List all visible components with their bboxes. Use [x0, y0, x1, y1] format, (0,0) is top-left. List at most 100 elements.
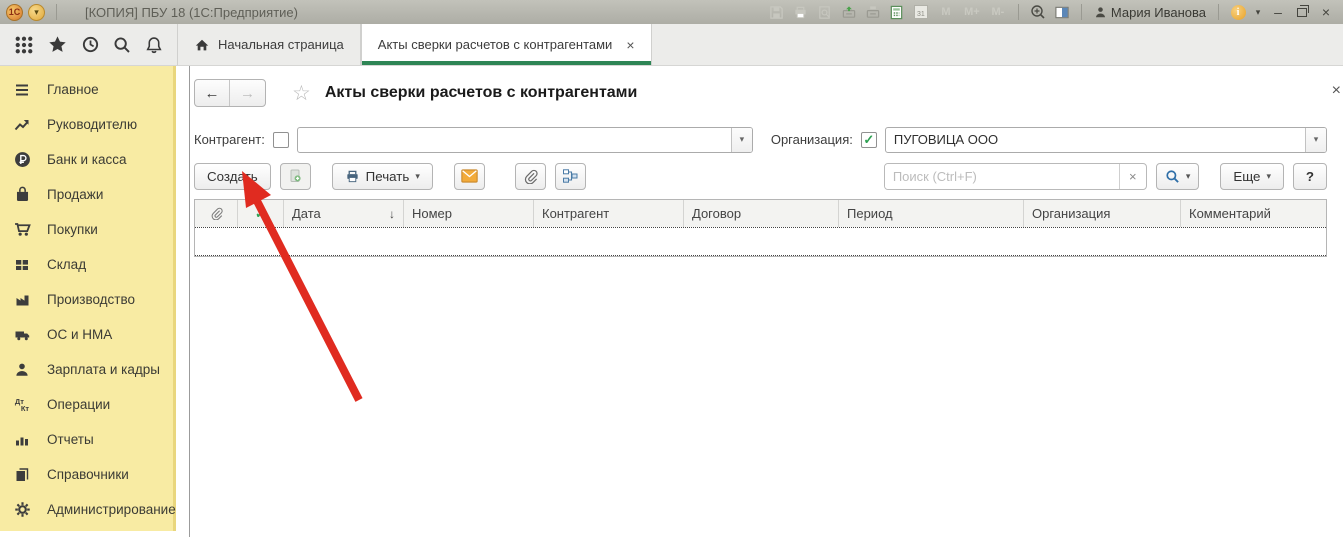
zoom-in-icon[interactable]: [1027, 3, 1049, 21]
sidebar-item-glavnoe[interactable]: Главное: [0, 72, 173, 107]
user-icon: [1094, 6, 1107, 19]
get-link-icon[interactable]: [862, 3, 884, 21]
home-icon: [194, 37, 210, 53]
history-icon[interactable]: [81, 35, 100, 54]
calculator-icon[interactable]: [886, 3, 908, 21]
column-number[interactable]: Номер: [404, 200, 534, 227]
tab-close-icon[interactable]: ×: [626, 37, 634, 53]
table-header-row: ✓ Дата↓ Номер Контрагент Договор Период …: [195, 200, 1326, 227]
sidebar-item-os-i-nma[interactable]: ОС и НМА: [0, 317, 173, 352]
counterparty-checkbox[interactable]: [273, 132, 289, 148]
sidebar-item-bank-i-kassa[interactable]: Банк и касса: [0, 142, 173, 177]
chevron-down-icon: ▾: [415, 171, 420, 182]
help-button[interactable]: ?: [1293, 163, 1327, 190]
sidebar-item-zarplata-i-kadry[interactable]: Зарплата и кадры: [0, 352, 173, 387]
favorites-star-icon[interactable]: [48, 35, 67, 54]
memory-m-plus-button[interactable]: M+: [960, 6, 984, 18]
column-date[interactable]: Дата↓: [284, 200, 404, 227]
selected-empty-row[interactable]: [195, 227, 1326, 256]
search-clear-button[interactable]: ×: [1119, 164, 1146, 189]
organization-field: ▾: [885, 127, 1327, 153]
search-field: ×: [884, 163, 1147, 190]
organization-input[interactable]: [886, 128, 1305, 152]
column-period[interactable]: Период: [839, 200, 1024, 227]
sidebar-item-otchety[interactable]: Отчеты: [0, 422, 173, 457]
restore-button[interactable]: [1291, 4, 1313, 20]
print-button[interactable]: Печать ▾: [332, 163, 433, 190]
organization-checkbox[interactable]: ✓: [861, 132, 877, 148]
sidebar-item-administrirovanie[interactable]: Администрирование: [0, 492, 173, 527]
sidebar: Главное Руководителю Банк и касса Продаж…: [0, 66, 176, 531]
sidebar-item-spravochniki[interactable]: Справочники: [0, 457, 173, 492]
organization-label: Организация:: [771, 132, 853, 147]
user-name: Мария Иванова: [1111, 5, 1206, 20]
app-logo-icon[interactable]: 1C: [6, 4, 23, 21]
quick-panel: [0, 24, 177, 65]
memory-m-button[interactable]: M: [934, 6, 958, 18]
sidebar-item-rukovoditelyu[interactable]: Руководителю: [0, 107, 173, 142]
related-documents-button[interactable]: [555, 163, 586, 190]
search-input[interactable]: [885, 164, 1119, 189]
search-options-button[interactable]: ▾: [1156, 163, 1200, 190]
column-comment[interactable]: Комментарий: [1181, 200, 1326, 227]
notifications-bell-icon[interactable]: [145, 36, 163, 54]
window-titlebar: 1C ▾ [КОПИЯ] ПБУ 18 (1С:Предприятие) 31 …: [0, 0, 1343, 24]
counterparty-input[interactable]: [298, 128, 731, 152]
column-attachment[interactable]: [195, 200, 238, 227]
minimize-button[interactable]: –: [1267, 4, 1289, 20]
tab-home[interactable]: Начальная страница: [177, 24, 361, 65]
chevron-down-icon[interactable]: ▾: [1251, 3, 1265, 21]
column-contract[interactable]: Договор: [684, 200, 839, 227]
column-posted[interactable]: ✓: [238, 200, 284, 227]
sidebar-item-operacii[interactable]: ДтКт Операции: [0, 387, 173, 422]
page-close-button[interactable]: ×: [1332, 82, 1341, 100]
search-icon[interactable]: [113, 36, 131, 54]
column-organization[interactable]: Организация: [1024, 200, 1181, 227]
email-button[interactable]: [454, 163, 485, 190]
print-icon[interactable]: [790, 3, 812, 21]
sidebar-item-proizvodstvo[interactable]: Производство: [0, 282, 173, 317]
current-user-chip[interactable]: Мария Иванова: [1094, 5, 1206, 20]
copy-button[interactable]: [280, 163, 311, 190]
more-button[interactable]: Еще ▾: [1220, 163, 1284, 190]
blocks-icon: [12, 257, 32, 273]
go-to-link-icon[interactable]: [838, 3, 860, 21]
apps-grid-icon[interactable]: [14, 35, 34, 55]
info-icon[interactable]: i: [1227, 3, 1249, 21]
sidebar-item-sklad[interactable]: Склад: [0, 247, 173, 282]
counterparty-label: Контрагент:: [194, 132, 265, 147]
sort-desc-icon: ↓: [389, 207, 395, 221]
tab-bar: Начальная страница Акты сверки расчетов …: [0, 24, 1343, 66]
history-nav-group: ← →: [194, 79, 266, 107]
person-icon: [12, 362, 32, 378]
tab-label: Акты сверки расчетов с контрагентами: [378, 37, 613, 52]
column-counterparty[interactable]: Контрагент: [534, 200, 684, 227]
counterparty-dropdown-button[interactable]: ▾: [731, 128, 752, 152]
split-view-icon[interactable]: [1051, 3, 1073, 21]
divider: [56, 4, 57, 20]
sidebar-item-pokupki[interactable]: Покупки: [0, 212, 173, 247]
main-menu-button[interactable]: ▾: [28, 4, 45, 21]
forward-button[interactable]: →: [230, 80, 265, 106]
divider: [1018, 4, 1019, 20]
sidebar-item-prodazhi[interactable]: Продажи: [0, 177, 173, 212]
calendar-icon[interactable]: 31: [910, 3, 932, 21]
paperclip-icon: [210, 207, 223, 220]
memory-m-minus-button[interactable]: M-: [986, 6, 1010, 18]
back-button[interactable]: ←: [195, 80, 230, 106]
close-button[interactable]: ×: [1315, 4, 1337, 20]
chevron-down-icon: ▾: [1314, 134, 1319, 145]
ruble-icon: [12, 151, 32, 168]
books-icon: [12, 467, 32, 483]
preview-icon[interactable]: [814, 3, 836, 21]
create-button[interactable]: Создать: [194, 163, 271, 190]
attachments-button[interactable]: [515, 163, 546, 190]
trend-arrow-icon: [12, 117, 32, 133]
tab-label: Начальная страница: [218, 37, 344, 52]
app-window: 1C ▾ [КОПИЯ] ПБУ 18 (1С:Предприятие) 31 …: [0, 0, 1343, 537]
tab-acts-of-reconciliation[interactable]: Акты сверки расчетов с контрагентами ×: [361, 24, 652, 65]
chevron-down-icon: ▾: [1266, 171, 1271, 182]
favorite-star-icon[interactable]: ☆: [292, 81, 311, 106]
save-icon[interactable]: [766, 3, 788, 21]
organization-dropdown-button[interactable]: ▾: [1305, 128, 1326, 152]
